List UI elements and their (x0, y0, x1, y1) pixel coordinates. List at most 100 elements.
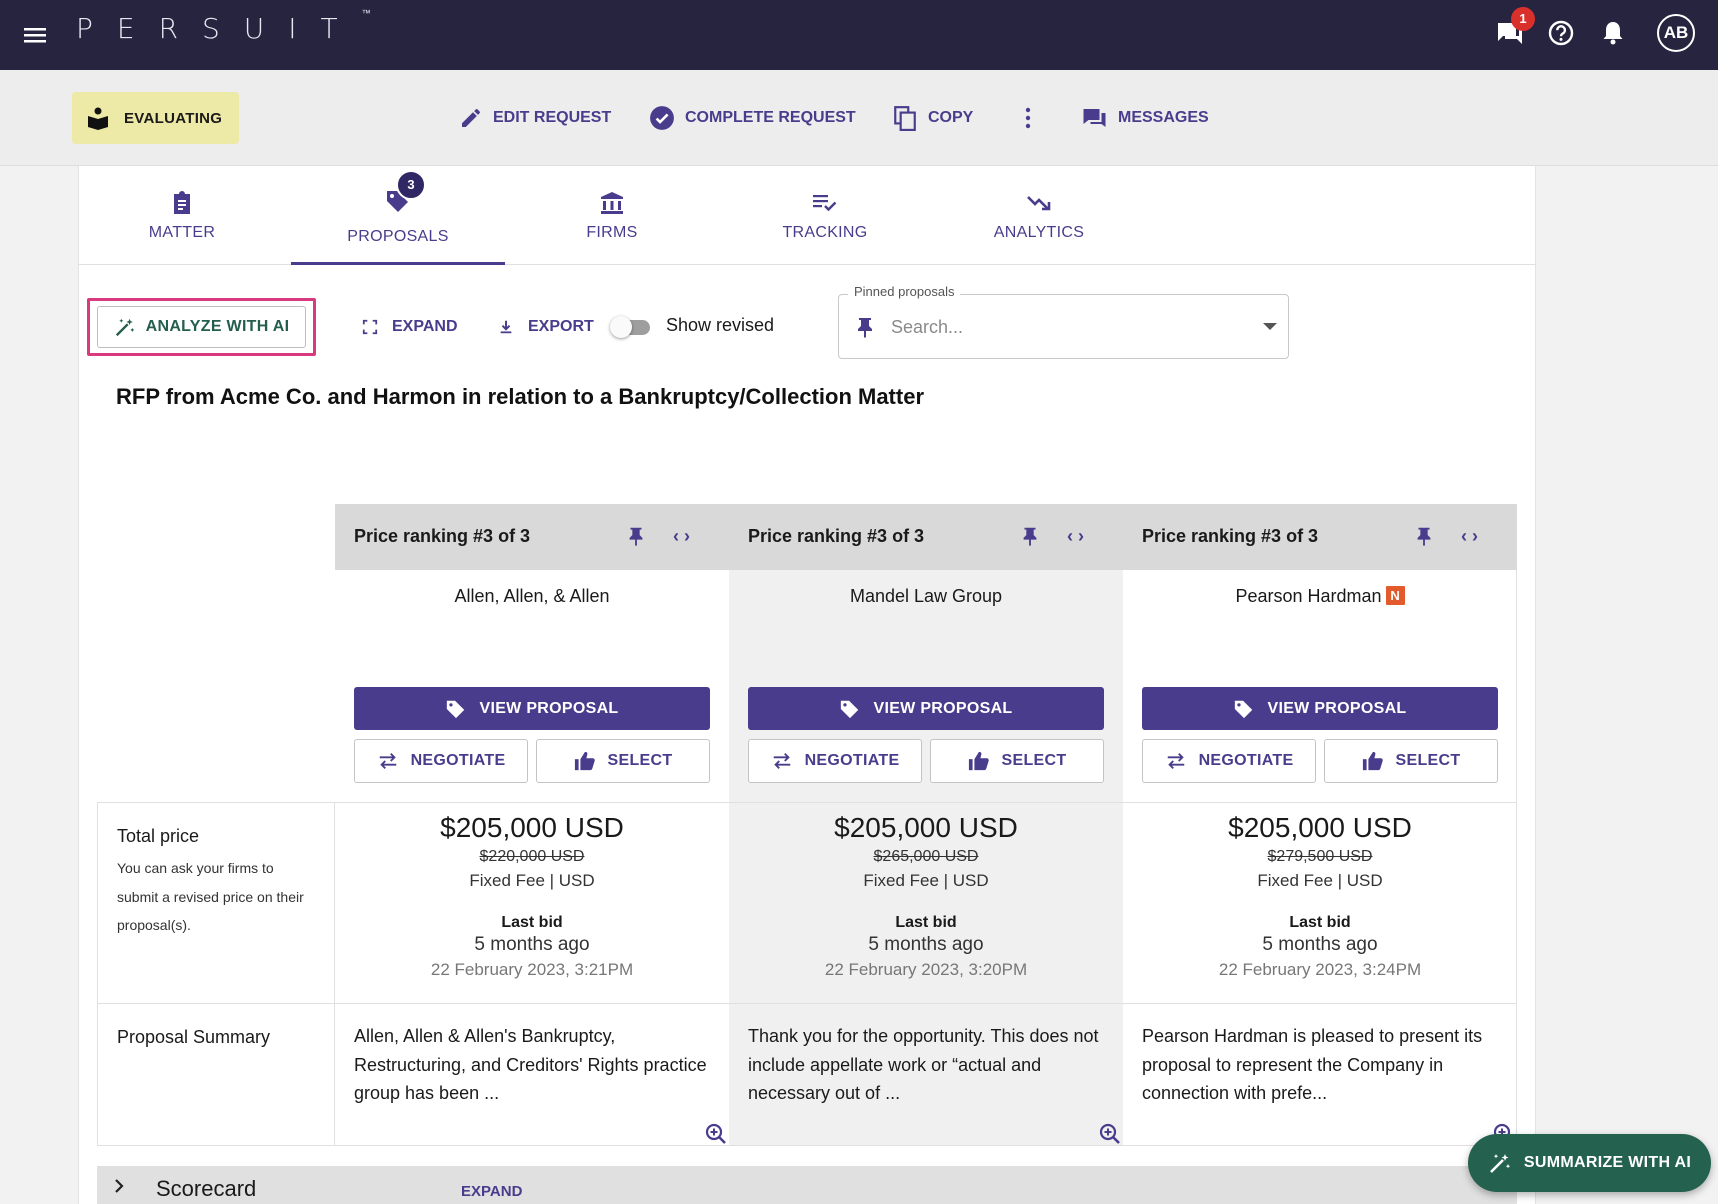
messages-icon (1083, 109, 1106, 127)
view-proposal-button[interactable]: VIEW PROPOSAL (1142, 687, 1498, 730)
total-price-value: $205,000 USD (834, 812, 1018, 843)
price-ranking-label: Price ranking #3 of 3 (748, 526, 925, 546)
select-button[interactable]: SELECT (1324, 739, 1498, 783)
view-proposal-button[interactable]: VIEW PROPOSAL (748, 687, 1104, 730)
select-button[interactable]: SELECT (930, 739, 1104, 783)
reorder-arrows-icon[interactable]: ‹ › (1461, 526, 1478, 547)
edit-request-button[interactable]: EDIT REQUEST (459, 103, 611, 133)
previous-price: $220,000 USD (479, 848, 585, 865)
negotiate-label: NEGOTIATE (410, 752, 506, 769)
tab-firms-label: FIRMS (586, 224, 638, 241)
view-proposal-label: VIEW PROPOSAL (1267, 699, 1407, 717)
complete-request-button[interactable]: COMPLETE REQUEST (649, 103, 856, 133)
pinned-proposals-label: Pinned proposals (848, 284, 961, 299)
export-button[interactable]: EXPORT (498, 312, 594, 342)
price-ranking-label: Price ranking #3 of 3 (1142, 526, 1319, 546)
expand-button[interactable]: EXPAND (362, 312, 458, 342)
proposal-1-header: Price ranking #3 of 3 ‹ › (335, 504, 729, 570)
edit-request-label: EDIT REQUEST (493, 109, 612, 126)
pin-icon (858, 318, 872, 338)
swap-arrows-icon (379, 753, 396, 769)
reorder-arrows-icon[interactable]: ‹ › (1067, 526, 1084, 547)
summarize-with-ai-button[interactable]: SUMMARIZE WITH AI (1468, 1134, 1711, 1192)
list-check-icon (813, 195, 837, 212)
notifications-bell-icon[interactable] (1595, 15, 1631, 51)
tab-tracking-label: TRACKING (782, 224, 868, 241)
proposals-count-badge: 3 (396, 170, 426, 200)
logo-text: PERSUIT (76, 12, 362, 45)
download-icon (500, 320, 512, 334)
analyze-with-ai-label: ANALYZE WITH AI (145, 318, 290, 335)
row-divider (97, 802, 1517, 803)
tab-matter[interactable]: MATTER (75, 166, 289, 265)
firm-name: Allen, Allen, & Allen (335, 586, 729, 607)
negotiate-label: NEGOTIATE (1198, 752, 1294, 769)
pencil-icon (462, 109, 480, 127)
expand-label: EXPAND (392, 318, 458, 335)
tab-firms[interactable]: FIRMS (505, 166, 719, 265)
thumbs-up-icon (1362, 751, 1383, 771)
tab-analytics-label: ANALYTICS (993, 224, 1085, 241)
scorecard-expand-button[interactable]: EXPAND (461, 1183, 522, 1200)
tab-analytics[interactable]: ANALYTICS (932, 166, 1146, 265)
more-vertical-icon[interactable] (1018, 106, 1038, 130)
pinned-search-input[interactable] (891, 313, 1221, 341)
zoom-in-icon[interactable] (704, 1122, 728, 1146)
negotiate-button[interactable]: NEGOTIATE (354, 739, 528, 783)
chat-unread-badge: 1 (1511, 7, 1535, 31)
help-icon[interactable] (1543, 15, 1579, 51)
trademark: ™ (361, 8, 371, 19)
pin-icon[interactable] (625, 524, 647, 548)
zoom-in-icon[interactable] (1098, 1122, 1122, 1146)
messages-button[interactable]: MESSAGES (1081, 103, 1209, 133)
negotiate-button[interactable]: NEGOTIATE (748, 739, 922, 783)
negotiate-button[interactable]: NEGOTIATE (1142, 739, 1316, 783)
top-navigation-bar: PERSUIT™ 1 AB (0, 0, 1718, 70)
fee-type: Fixed Fee | USD (469, 871, 595, 890)
tab-proposals-label: PROPOSALS (347, 228, 449, 245)
export-label: EXPORT (528, 318, 594, 335)
analyze-with-ai-button[interactable]: ANALYZE WITH AI (97, 306, 306, 348)
total-price-note: You can ask your firms to submit a revis… (117, 860, 304, 933)
bank-icon (601, 192, 623, 214)
dropdown-arrow-icon[interactable] (1263, 323, 1277, 331)
pin-icon[interactable] (1413, 524, 1435, 548)
tab-tracking[interactable]: TRACKING (718, 166, 932, 265)
previous-price: $279,500 USD (1267, 848, 1373, 865)
select-label: SELECT (607, 752, 673, 769)
thumbs-up-icon (574, 751, 595, 771)
magic-wand-icon (115, 318, 134, 337)
total-price-value: $205,000 USD (440, 812, 624, 843)
rfp-title: RFP from Acme Co. and Harmon in relation… (116, 384, 925, 409)
messages-label: MESSAGES (1118, 109, 1209, 126)
firm-name-text: Pearson Hardman (1235, 586, 1382, 606)
fee-type: Fixed Fee | USD (1257, 871, 1383, 890)
fee-type: Fixed Fee | USD (863, 871, 989, 890)
row-divider (97, 1003, 1517, 1004)
chevron-right-icon[interactable] (113, 1178, 125, 1194)
swap-arrows-icon (773, 753, 790, 769)
persuit-logo[interactable]: PERSUIT™ (76, 8, 371, 45)
pinned-proposals-select[interactable] (838, 294, 1289, 359)
scorecard-title: Scorecard (156, 1176, 257, 1201)
toggle-knob (610, 316, 632, 338)
user-avatar[interactable]: AB (1657, 14, 1695, 52)
last-bid-relative: 5 months ago (1262, 934, 1378, 955)
copy-icon (894, 106, 916, 131)
row-divider (97, 1145, 1517, 1146)
show-revised-toggle[interactable] (610, 315, 652, 339)
expand-icon (362, 319, 378, 335)
hamburger-menu-icon[interactable] (20, 22, 50, 48)
view-proposal-button[interactable]: VIEW PROPOSAL (354, 687, 710, 730)
pin-icon[interactable] (1019, 524, 1041, 548)
select-button[interactable]: SELECT (536, 739, 710, 783)
last-bid-date: 22 February 2023, 3:21PM (430, 960, 634, 979)
proposal-3-header: Price ranking #3 of 3 ‹ › (1123, 504, 1517, 570)
firm-name-text: Mandel Law Group (849, 586, 1003, 606)
evaluating-icon (88, 107, 108, 130)
request-action-bar (0, 70, 1718, 166)
copy-button[interactable]: COPY (892, 103, 973, 133)
scorecard-section: Scorecard EXPAND (97, 1166, 1517, 1204)
clipboard-icon (174, 191, 190, 214)
reorder-arrows-icon[interactable]: ‹ › (673, 526, 690, 547)
